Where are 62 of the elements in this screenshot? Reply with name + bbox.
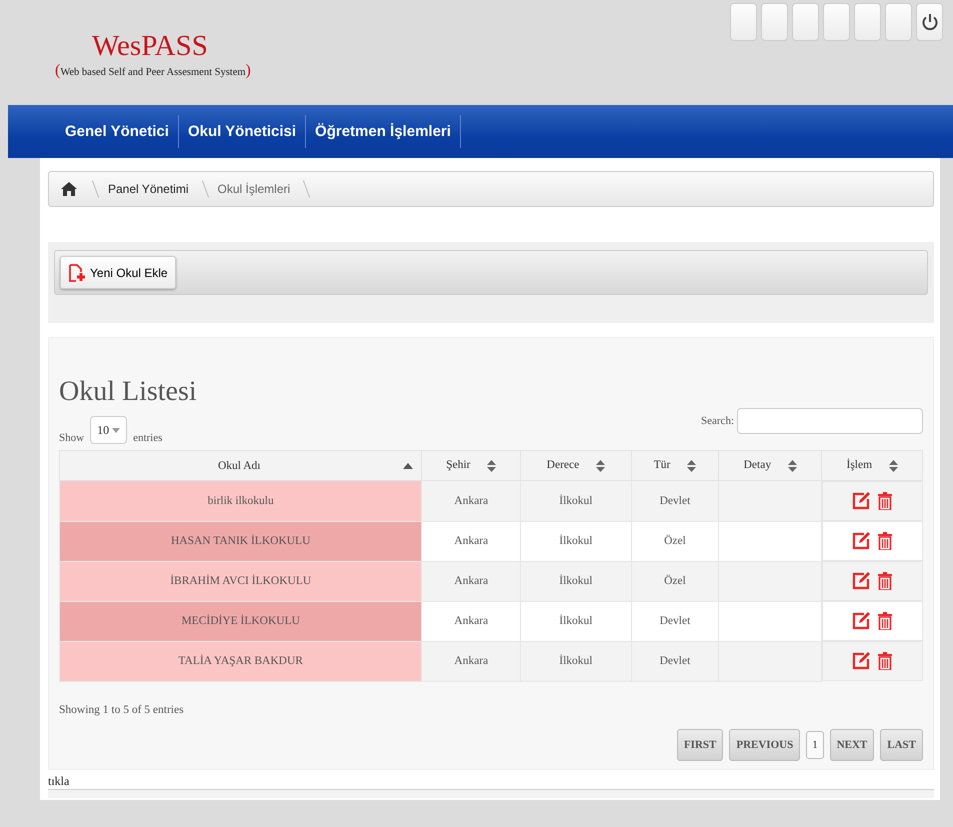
- edit-icon[interactable]: [852, 652, 870, 670]
- trash-icon[interactable]: [878, 572, 892, 590]
- search-label: Search:: [701, 415, 734, 427]
- table-cell: İBRAHİM AVCI İLKOKULU: [60, 561, 422, 601]
- column-header[interactable]: İşlem: [822, 450, 922, 480]
- pagination-button[interactable]: PREVIOUS: [729, 728, 800, 760]
- home-icon[interactable]: [61, 182, 77, 196]
- table-cell: Ankara: [422, 561, 520, 601]
- column-header[interactable]: Şehir: [422, 450, 520, 480]
- edit-icon[interactable]: [852, 532, 870, 550]
- table-cell: İlkokul: [520, 641, 632, 681]
- table-cell: HASAN TANIK İLKOKULU: [60, 521, 422, 561]
- entries-info: Showing 1 to 5 of 5 entries: [59, 704, 184, 716]
- nav-item[interactable]: Öğretmen İşlemleri: [306, 115, 461, 148]
- edit-icon[interactable]: [852, 492, 870, 510]
- table-cell: birlik ilkokulu: [60, 480, 422, 521]
- pagination-button[interactable]: NEXT: [830, 728, 874, 760]
- caret-icon: [112, 428, 120, 434]
- search-field[interactable]: [737, 408, 923, 434]
- list-title: Okul Listesi: [59, 376, 198, 408]
- trash-icon[interactable]: [878, 532, 892, 550]
- pagination-button[interactable]: LAST: [880, 728, 923, 760]
- table-cell: Özel: [631, 561, 719, 601]
- show-label: Show: [59, 432, 84, 444]
- edit-icon[interactable]: [852, 612, 870, 630]
- edit-icon[interactable]: [852, 572, 870, 590]
- nav-item[interactable]: Genel Yönetici: [56, 115, 179, 148]
- table-cell: Devlet: [631, 641, 719, 681]
- table-cell: Devlet: [631, 601, 719, 641]
- trash-icon[interactable]: [878, 492, 892, 510]
- nav-item[interactable]: Okul Yöneticisi: [178, 115, 306, 148]
- table-cell: İlkokul: [520, 601, 632, 641]
- table-cell: İlkokul: [520, 561, 632, 601]
- power-button[interactable]: [916, 3, 943, 41]
- pagination-button[interactable]: FIRST: [676, 728, 724, 760]
- table-cell: Devlet: [631, 480, 719, 521]
- trash-icon[interactable]: [878, 612, 892, 630]
- column-header[interactable]: Tür: [631, 450, 719, 480]
- logo-title: WesPASS: [91, 30, 209, 62]
- page-size-select[interactable]: 10: [90, 416, 128, 444]
- breadcrumb-link[interactable]: Panel Yönetimi: [102, 182, 194, 196]
- table-cell: TALİA YAŞAR BAKDUR: [60, 641, 422, 681]
- power-icon: [920, 12, 940, 32]
- footer-text: tıkla: [48, 774, 70, 788]
- table-cell: İlkokul: [520, 480, 632, 521]
- table-cell: Ankara: [422, 601, 520, 641]
- logo-subtitle: (Web based Self and Peer Assesment System): [55, 62, 251, 80]
- breadcrumb-link[interactable]: Okul İşlemleri: [212, 182, 296, 196]
- table-cell: Ankara: [422, 480, 520, 521]
- trash-icon[interactable]: [878, 652, 892, 670]
- table-cell: MECİDİYE İLKOKULU: [60, 601, 422, 641]
- add-document-icon: [67, 262, 87, 282]
- entries-label: entries: [133, 432, 162, 444]
- column-header[interactable]: Derece: [520, 450, 632, 480]
- column-header[interactable]: Okul Adı: [60, 450, 422, 480]
- page-number-button[interactable]: 1: [806, 730, 824, 758]
- table-cell: İlkokul: [520, 521, 632, 561]
- table-cell: Ankara: [422, 521, 520, 561]
- table-cell: Ankara: [422, 641, 520, 681]
- column-header[interactable]: Detay: [718, 450, 822, 480]
- table-cell: Özel: [631, 521, 719, 561]
- add-school-button[interactable]: Yeni Okul Ekle: [60, 256, 176, 289]
